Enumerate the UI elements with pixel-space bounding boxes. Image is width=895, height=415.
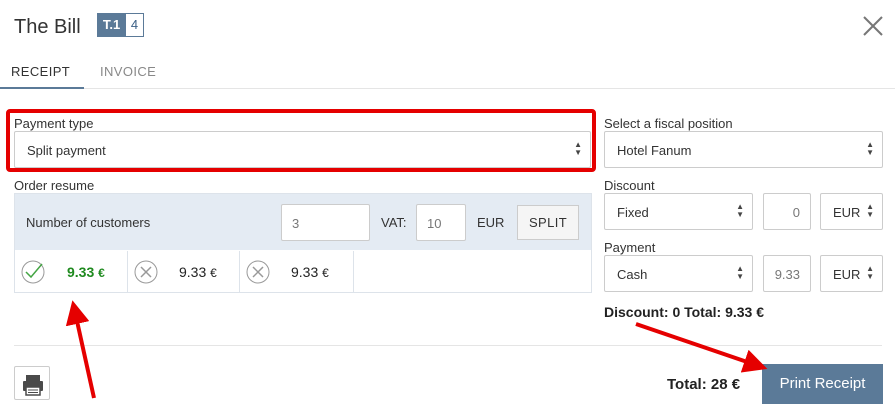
customers-label: Number of customers [26, 215, 151, 230]
fiscal-position-value: Hotel Fanum [617, 143, 692, 158]
split-amount: 9.33 € [67, 264, 105, 280]
bill-title: The Bill [14, 16, 81, 38]
vat-value: 10 [427, 216, 442, 231]
select-arrows-icon: ▲ ▼ [866, 264, 874, 281]
select-arrows-icon: ▲ ▼ [736, 264, 744, 281]
vat-input[interactable]: 10 [416, 204, 466, 241]
tab-invoice[interactable]: INVOICE [100, 64, 156, 79]
split-share: 9.33 € [240, 251, 354, 293]
tab-receipt[interactable]: RECEIPT [11, 64, 70, 79]
select-arrows-icon: ▲ ▼ [866, 202, 874, 219]
payment-currency-select[interactable]: EUR ▲ ▼ [820, 255, 883, 292]
payment-currency-value: EUR [833, 267, 861, 282]
footer-divider [14, 345, 882, 346]
close-icon[interactable] [861, 14, 885, 38]
vat-currency: EUR [477, 215, 505, 230]
order-resume-label: Order resume [14, 178, 95, 193]
printer-button[interactable] [14, 366, 50, 400]
payment-label: Payment [604, 240, 656, 255]
annotation-arrow-up [65, 300, 96, 399]
select-arrows-icon: ▲ ▼ [866, 140, 874, 157]
customers-input[interactable]: 3 [281, 204, 370, 241]
payment-type-highlight [6, 109, 596, 172]
payment-amount-value: 9.33 [774, 267, 800, 282]
payment-amount-input[interactable]: 9.33 [763, 255, 811, 292]
vat-label: VAT: [381, 215, 407, 230]
order-resume-panel: Number of customers 3 VAT: 10 EUR SPLIT … [14, 193, 592, 293]
split-share: 9.33 € [128, 251, 240, 293]
discount-type-select[interactable]: Fixed ▲ ▼ [604, 193, 753, 230]
split-button[interactable]: SPLIT [517, 205, 579, 240]
fiscal-position-label: Select a fiscal position [604, 116, 733, 131]
check-circle-icon[interactable] [21, 260, 45, 284]
printer-icon [23, 375, 43, 396]
discount-label: Discount [604, 178, 655, 193]
split-amount: 9.33 € [179, 264, 217, 280]
print-receipt-button[interactable]: Print Receipt [762, 364, 883, 404]
remove-circle-icon[interactable] [134, 260, 158, 284]
split-amount: 9.33 € [291, 264, 329, 280]
discount-total-summary: Discount: 0 Total: 9.33 € [604, 304, 764, 320]
active-tab-indicator [0, 87, 84, 89]
bill-total: Total: 28 € [667, 376, 741, 393]
payment-method-select[interactable]: Cash ▲ ▼ [604, 255, 753, 292]
select-arrows-icon: ▲ ▼ [736, 202, 744, 219]
discount-value-input[interactable]: 0 [763, 193, 811, 230]
discount-value: 0 [792, 205, 800, 220]
split-share: 9.33 € [15, 251, 128, 293]
table-badge: T.1 [97, 13, 126, 37]
customers-value: 3 [292, 216, 300, 231]
remove-circle-icon[interactable] [246, 260, 270, 284]
discount-currency-select[interactable]: EUR ▲ ▼ [820, 193, 883, 230]
split-controls: Number of customers 3 VAT: 10 EUR SPLIT [15, 194, 591, 250]
tab-bar: RECEIPT INVOICE [0, 58, 895, 89]
guests-badge: 4 [125, 13, 144, 37]
bill-header: The Bill T.1 4 [0, 0, 895, 55]
discount-currency-value: EUR [833, 205, 861, 220]
discount-type-value: Fixed [617, 205, 649, 220]
payment-method-value: Cash [617, 267, 648, 282]
fiscal-position-select[interactable]: Hotel Fanum ▲ ▼ [604, 131, 883, 168]
